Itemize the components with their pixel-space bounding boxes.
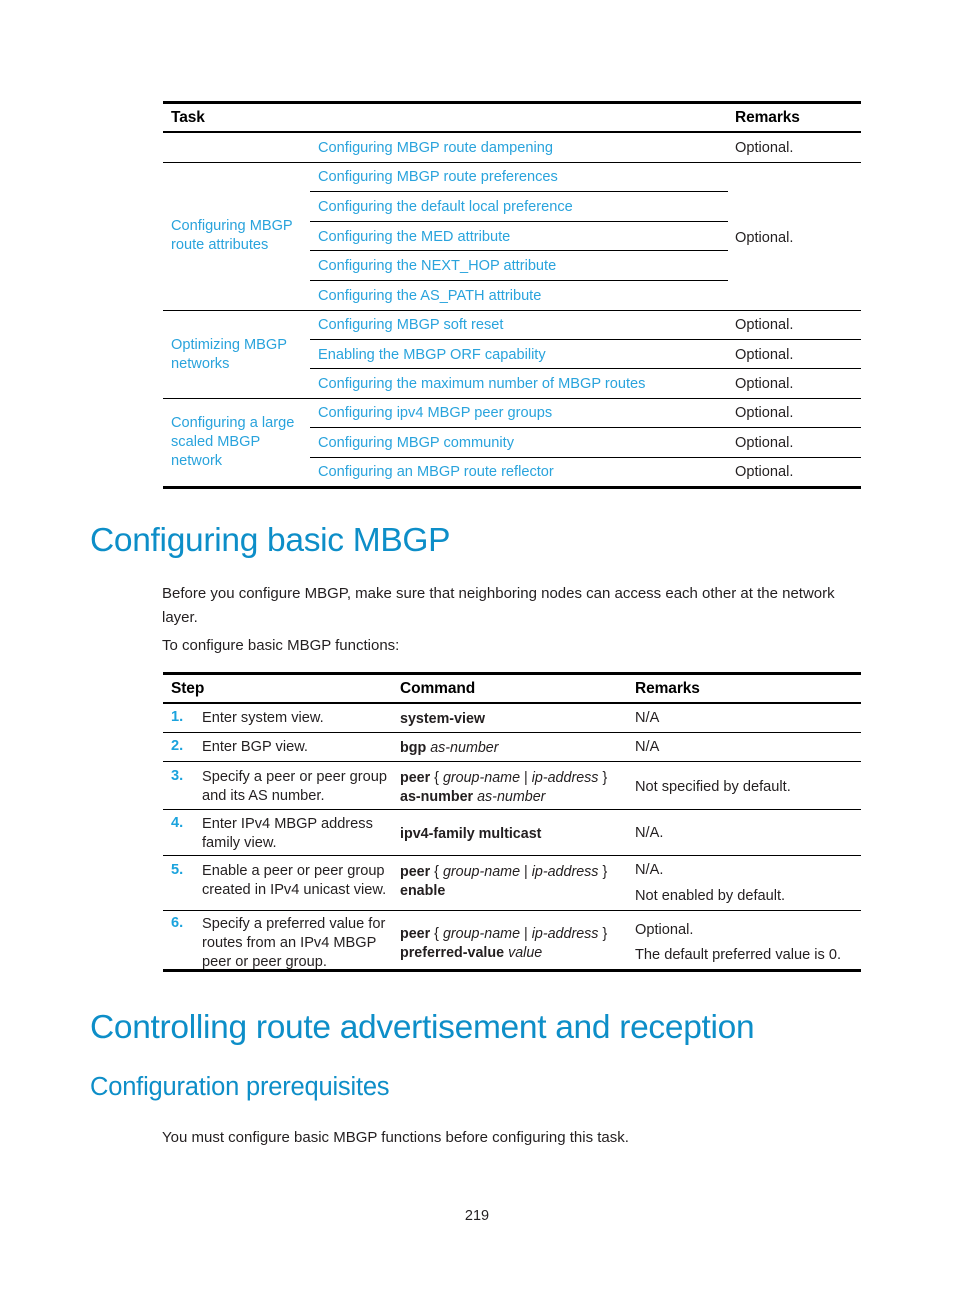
task-link-dampening[interactable]: Configuring MBGP route dampening [318,139,553,159]
step-number-2: 2. [171,738,184,754]
step-number-4: 4. [171,815,184,831]
task-link-next-hop-attribute[interactable]: Configuring the NEXT_HOP attribute [318,257,556,277]
task-remark-2-1: Optional. [735,347,794,363]
paragraph-prerequisites-body: You must configure basic MBGP functions … [162,1129,629,1146]
task-remark-3-2: Optional. [735,464,794,480]
task-remark-2-2: Optional. [735,376,794,392]
task-table-header-task: Task [171,109,205,126]
task-table-inner-rule [310,191,728,192]
steps-table-bottom-rule [163,969,861,972]
steps-row-rule [163,732,861,733]
steps-header-rule [163,702,861,704]
steps-header-remarks: Remarks [635,680,700,697]
task-link-as-path-attribute[interactable]: Configuring the AS_PATH attribute [318,287,541,307]
task-link-route-preferences[interactable]: Configuring MBGP route preferences [318,168,558,188]
step-command-6: peer { group-name | ip-address } preferre… [400,926,608,961]
task-link-peer-groups[interactable]: Configuring ipv4 MBGP peer groups [318,404,552,424]
step-command-2: bgp as-number [400,740,499,756]
step-remark-4-0: N/A. [635,825,664,841]
task-table-inner-rule [310,339,861,340]
task-table-inner-rule [310,368,861,369]
document-page: Task Remarks Configuring MBGP route damp… [0,0,954,1296]
task-table-inner-rule [310,250,728,251]
steps-row-rule [163,761,861,762]
step-remark-1-0: N/A [635,710,660,726]
task-table-header-rule [163,131,861,133]
task-table-row-rule [163,310,861,311]
step-number-5: 5. [171,862,184,878]
task-remark-3-0: Optional. [735,405,794,421]
task-group-link-optimizing[interactable]: Optimizing MBGP networks [171,336,301,374]
task-group-link-route-attributes[interactable]: Configuring MBGP route attributes [171,217,301,255]
task-table-header-remarks: Remarks [735,109,800,126]
step-desc-5: Enable a peer or peer group created in I… [202,863,387,898]
task-link-orf-capability[interactable]: Enabling the MBGP ORF capability [318,346,546,366]
task-link-community[interactable]: Configuring MBGP community [318,434,514,454]
steps-row-rule [163,910,861,911]
heading-configuring-basic-mbgp: Configuring basic MBGP [90,522,451,559]
steps-header-command: Command [400,680,476,697]
task-remark-3-1: Optional. [735,435,794,451]
steps-header-step: Step [171,680,205,697]
task-table-inner-rule [310,457,861,458]
task-remark-1-0: Optional. [735,230,794,246]
steps-row-rule [163,809,861,810]
heading-configuration-prerequisites: Configuration prerequisites [90,1073,390,1101]
step-desc-4: Enter IPv4 MBGP address family view. [202,816,373,851]
step-remark-6-1: The default preferred value is 0. [635,947,842,963]
task-link-default-local-pref[interactable]: Configuring the default local preference [318,198,573,218]
step-command-4: ipv4-family multicast [400,826,542,842]
page-number: 219 [464,1208,490,1224]
task-remark-0-0: Optional. [735,140,794,156]
step-remark-3-0: Not specified by default. [635,779,791,795]
step-remark-5-1: Not enabled by default. [635,888,786,904]
step-command-5: peer { group-name | ip-address } enable [400,864,608,899]
step-desc-1: Enter system view. [202,710,324,726]
task-link-route-reflector[interactable]: Configuring an MBGP route reflector [318,463,554,483]
task-link-soft-reset[interactable]: Configuring MBGP soft reset [318,316,503,336]
task-table-row-rule [163,162,861,163]
step-desc-2: Enter BGP view. [202,739,308,755]
step-number-3: 3. [171,768,184,784]
step-desc-6: Specify a preferred value for routes fro… [202,916,386,970]
task-table-inner-rule [310,427,861,428]
table-bottom-rule [163,486,861,489]
step-number-6: 6. [171,915,184,931]
task-remark-2-0: Optional. [735,317,794,333]
step-remark-5-0: N/A. [635,862,664,878]
step-number-1: 1. [171,709,184,725]
step-command-3: peer { group-name | ip-address } as-numbe… [400,770,608,805]
task-link-med-attribute[interactable]: Configuring the MED attribute [318,228,510,248]
task-table-inner-rule [310,221,728,222]
heading-controlling-route-advertisement: Controlling route advertisement and rece… [90,1009,755,1046]
task-table-inner-rule [310,280,728,281]
task-link-max-routes[interactable]: Configuring the maximum number of MBGP r… [318,375,645,395]
paragraph-intro: Before you configure MBGP, make sure tha… [162,585,835,626]
table-top-rule [163,101,861,104]
paragraph-lead-in: To configure basic MBGP functions: [162,637,400,654]
step-remark-6-0: Optional. [635,922,694,938]
step-desc-3: Specify a peer or peer group and its AS … [202,769,387,804]
step-remark-2-0: N/A [635,739,660,755]
steps-table-top-rule [163,672,861,675]
task-group-link-large-scaled[interactable]: Configuring a large scaled MBGP network [171,414,303,471]
steps-row-rule [163,855,861,856]
task-table-row-rule [163,398,861,399]
step-command-1: system-view [400,711,486,727]
